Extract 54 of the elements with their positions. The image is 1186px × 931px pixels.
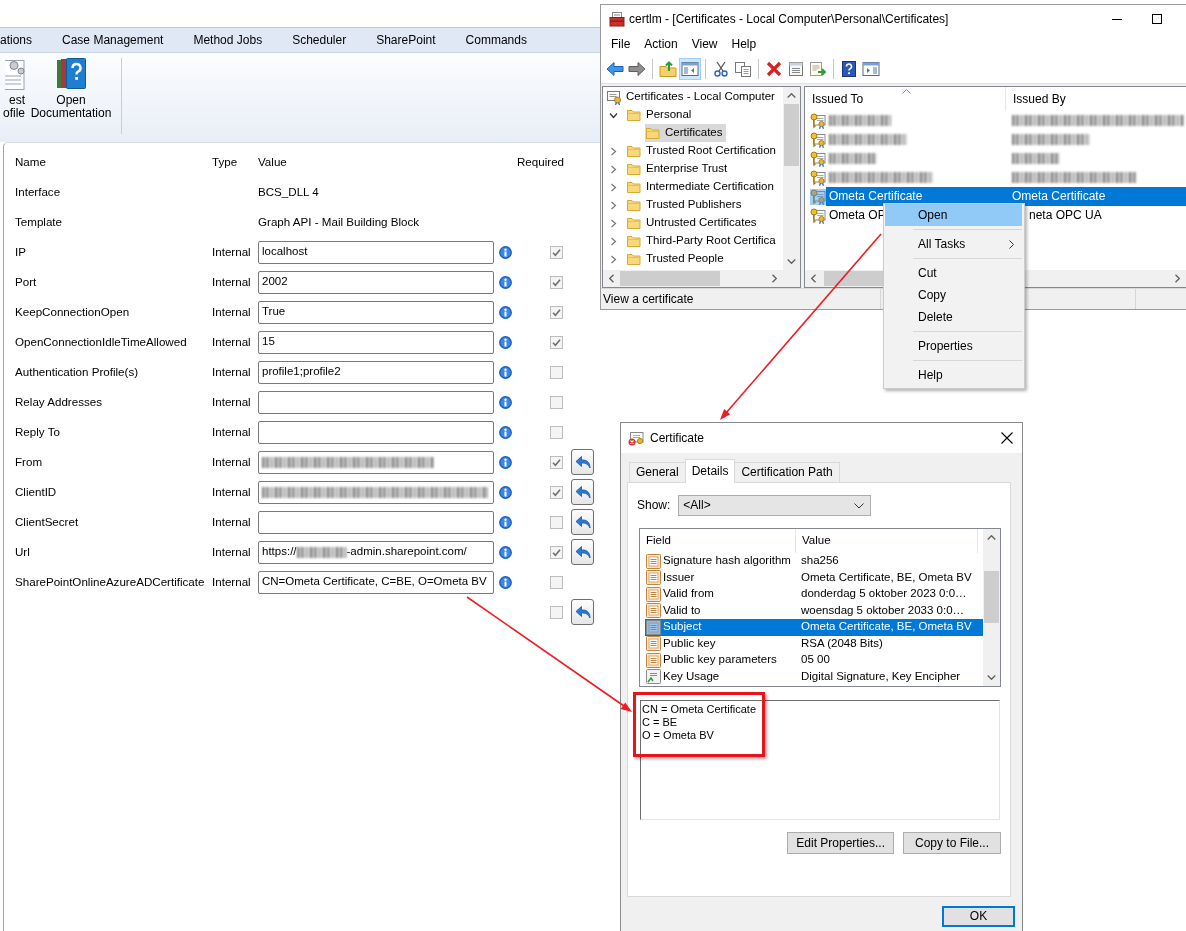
type-text: Internal (212, 245, 251, 259)
field-name-text: Subject (663, 620, 702, 635)
type-text: Internal (212, 455, 251, 469)
type-text: Internal (212, 365, 251, 379)
parameter-name: Relay Addresses (15, 395, 102, 409)
field-name-text: Valid from (663, 587, 714, 602)
parameter-name: Interface (15, 185, 61, 199)
parameter-name: ClientSecret (15, 515, 79, 529)
parameter-name: OpenConnectionIdleTimeAllowed (15, 335, 187, 349)
field-name-text: Key Usage (663, 669, 720, 684)
column-header: Required (517, 155, 565, 169)
type-text: Internal (212, 575, 251, 589)
column-header: Type (212, 155, 238, 169)
parameter-name: KeepConnectionOpen (15, 305, 130, 319)
field-value-text: woensdag 5 oktober 2033 0:0… (801, 603, 965, 616)
parameter-name: Template (15, 215, 63, 229)
column-header: Value (258, 155, 287, 169)
field-value-text: Digital Signature, Key Encipher (801, 669, 961, 682)
field-value-text: Ometa Certificate, BE, Ometa BV (801, 570, 972, 583)
parameter-name: IP (15, 245, 26, 259)
show-label: Show: (637, 498, 671, 513)
issued-by-text: Ometa Certificate (1012, 189, 1106, 204)
field-name-text: Public key (663, 636, 716, 651)
issued-by-text: neta OPC UA (1029, 208, 1102, 223)
type-text: Internal (212, 275, 251, 289)
dialog-title: Certificate (650, 430, 706, 446)
type-text: Internal (212, 485, 251, 499)
column-header: Name (15, 155, 46, 169)
parameter-name: From (15, 455, 43, 469)
field-value-text: RSA (2048 Bits) (801, 636, 883, 649)
parameter-name: Authentication Profile(s) (15, 365, 139, 379)
parameter-name: Port (15, 275, 37, 289)
field-value-text: donderdag 5 oktober 2023 0:0… (801, 587, 967, 600)
field-name-text: Public key parameters (663, 653, 777, 668)
type-text: Internal (212, 335, 251, 349)
type-text: Internal (212, 425, 251, 439)
type-text: Internal (212, 395, 251, 409)
window-title: certlm - [Certificates - Local Computer\Personal\Certificates] (629, 11, 950, 27)
field-name-text: Issuer (663, 570, 695, 585)
field-name-text: Valid to (663, 603, 701, 618)
field-value-text: sha256 (801, 554, 839, 567)
field-value-text: 05 00 (801, 653, 830, 666)
parameter-name: SharePointOnlineAzureADCertificate (15, 575, 205, 589)
status-text: View a certificate (603, 291, 694, 307)
value-text: Graph API - Mail Building Block (258, 215, 420, 229)
value-text: BCS_DLL 4 (258, 185, 319, 199)
field-name-text: Signature hash algorithm (663, 554, 791, 569)
issued-to-text: Ometa Certificate (829, 189, 923, 204)
parameter-name: Url (15, 545, 30, 559)
type-text: Internal (212, 545, 251, 559)
type-text: Internal (212, 305, 251, 319)
parameter-name: ClientID (15, 485, 57, 499)
parameter-name: Reply To (15, 425, 60, 439)
type-text: Internal (212, 515, 251, 529)
